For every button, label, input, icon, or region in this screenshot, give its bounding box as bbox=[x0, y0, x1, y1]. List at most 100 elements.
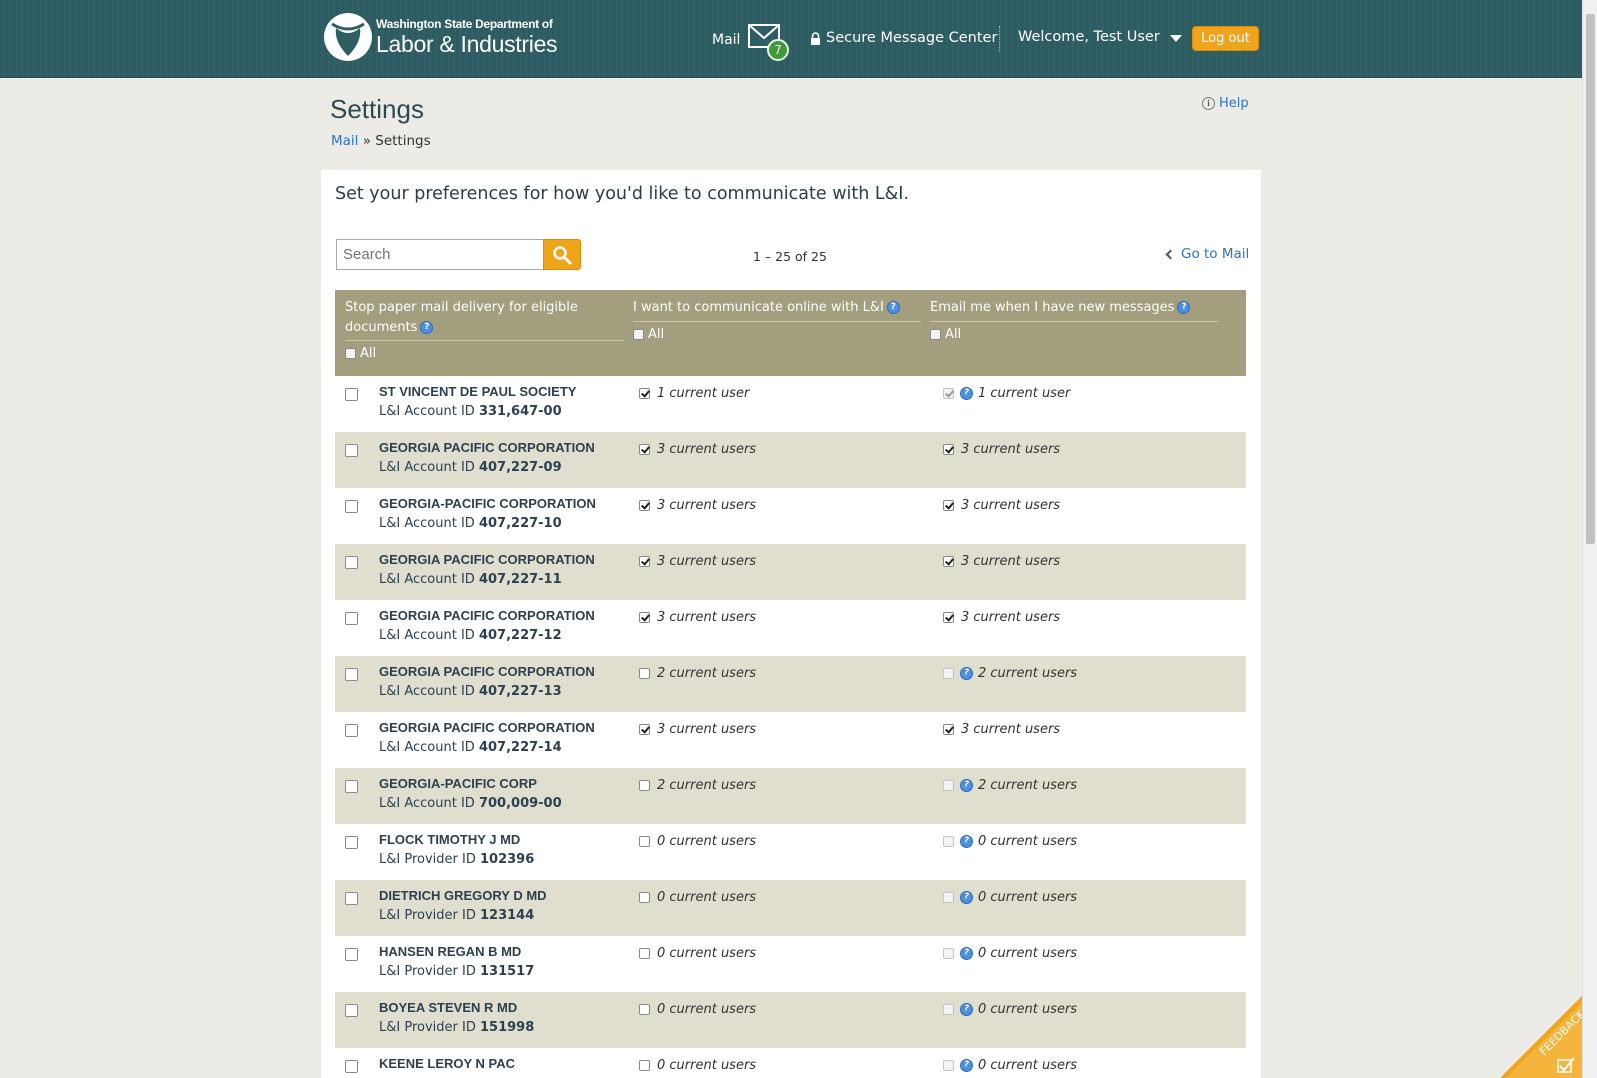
email-checkbox[interactable] bbox=[943, 444, 954, 455]
account-id-value: 407,227-10 bbox=[478, 516, 562, 531]
online-checkbox[interactable] bbox=[639, 612, 650, 623]
table-row: GEORGIA-PACIFIC CORPORATION L&I Account … bbox=[335, 488, 1246, 544]
email-checkbox[interactable] bbox=[943, 500, 954, 511]
help-question-icon[interactable]: ? bbox=[886, 301, 900, 314]
provider-id-label: L&I Provider ID bbox=[379, 908, 476, 923]
stop-paper-checkbox[interactable] bbox=[345, 780, 358, 793]
account-id: L&I Account ID 700,009-00 bbox=[379, 796, 562, 811]
email-user-count: 2 current users bbox=[978, 778, 1078, 793]
email-user-count: 2 current users bbox=[978, 666, 1078, 681]
online-checkbox[interactable] bbox=[639, 388, 650, 399]
email-checkbox bbox=[943, 1004, 954, 1015]
account-id: L&I Account ID 331,647-00 bbox=[379, 404, 562, 419]
email-checkbox bbox=[943, 948, 954, 959]
breadcrumb-mail-link[interactable]: Mail bbox=[331, 133, 358, 149]
stop-paper-checkbox[interactable] bbox=[345, 892, 358, 905]
page-scrollbar[interactable] bbox=[1582, 0, 1597, 1078]
logout-button[interactable]: Log out bbox=[1192, 26, 1259, 51]
select-all-email-checkbox[interactable] bbox=[930, 328, 941, 340]
online-checkbox[interactable] bbox=[639, 444, 650, 455]
account-id-value: 407,227-12 bbox=[478, 628, 562, 643]
search-input[interactable] bbox=[336, 239, 543, 270]
help-question-icon[interactable]: ? bbox=[960, 1059, 973, 1072]
welcome-label: Welcome, Test User bbox=[1018, 29, 1160, 45]
stop-paper-checkbox[interactable] bbox=[345, 724, 358, 737]
header-divider bbox=[999, 26, 1000, 52]
help-question-icon[interactable]: ? bbox=[960, 1003, 973, 1016]
pagination-summary: 1 – 25 of 25 bbox=[753, 249, 827, 264]
help-link[interactable]: i Help bbox=[1202, 96, 1249, 111]
all-label: All bbox=[945, 326, 962, 342]
table-row: GEORGIA PACIFIC CORPORATION L&I Account … bbox=[335, 600, 1246, 656]
search-button[interactable] bbox=[543, 239, 581, 270]
select-all-online-checkbox[interactable] bbox=[633, 328, 644, 340]
feedback-tab[interactable]: FEEDBACK bbox=[1500, 996, 1582, 1078]
provider-name: DIETRICH GREGORY D MD bbox=[379, 888, 547, 903]
online-checkbox[interactable] bbox=[639, 836, 650, 847]
stop-paper-checkbox[interactable] bbox=[345, 668, 358, 681]
table-row: ST VINCENT DE PAUL SOCIETY L&I Account I… bbox=[335, 376, 1246, 432]
organization-name: ST VINCENT DE PAUL SOCIETY bbox=[379, 384, 577, 399]
secure-message-center-link[interactable]: Secure Message Center bbox=[810, 30, 997, 46]
stop-paper-checkbox[interactable] bbox=[345, 948, 358, 961]
online-checkbox[interactable] bbox=[639, 668, 650, 679]
table-row: FLOCK TIMOTHY J MD L&I Provider ID 10239… bbox=[335, 824, 1246, 880]
email-user-count: 3 current users bbox=[961, 610, 1061, 625]
email-checkbox[interactable] bbox=[943, 724, 954, 735]
email-user-count: 3 current users bbox=[961, 442, 1061, 457]
lock-icon bbox=[811, 31, 820, 45]
help-question-icon[interactable]: ? bbox=[960, 947, 973, 960]
stop-paper-checkbox[interactable] bbox=[345, 556, 358, 569]
stop-paper-checkbox[interactable] bbox=[345, 1004, 358, 1017]
account-id: L&I Account ID 407,227-12 bbox=[379, 628, 562, 643]
column-title-paper-mail: Stop paper mail delivery for eligible do… bbox=[345, 300, 578, 335]
logo-line-2: Labor & Industries bbox=[376, 31, 558, 57]
account-id: L&I Account ID 407,227-13 bbox=[379, 684, 562, 699]
all-label: All bbox=[360, 346, 377, 361]
email-user-count: 3 current users bbox=[961, 554, 1061, 569]
email-user-count: 0 current users bbox=[978, 1058, 1078, 1073]
organization-name: GEORGIA PACIFIC CORPORATION bbox=[379, 440, 595, 455]
online-user-count: 3 current users bbox=[657, 610, 757, 625]
header-mail-link[interactable]: Mail bbox=[712, 32, 740, 48]
help-question-icon[interactable]: ? bbox=[960, 667, 973, 680]
account-id: L&I Account ID 407,227-10 bbox=[379, 516, 562, 531]
stop-paper-checkbox[interactable] bbox=[345, 388, 358, 401]
stop-paper-checkbox[interactable] bbox=[345, 500, 358, 513]
stop-paper-checkbox[interactable] bbox=[345, 444, 358, 457]
scrollbar-thumb[interactable] bbox=[1586, 14, 1595, 544]
account-id-value: 407,227-13 bbox=[478, 684, 562, 699]
help-question-icon[interactable]: ? bbox=[960, 387, 973, 400]
agency-logo[interactable]: Washington State Department of Labor & I… bbox=[322, 12, 558, 62]
site-header: Washington State Department of Labor & I… bbox=[0, 0, 1582, 78]
email-checkbox bbox=[943, 836, 954, 847]
online-checkbox[interactable] bbox=[639, 892, 650, 903]
online-user-count: 0 current users bbox=[657, 890, 757, 905]
help-question-icon[interactable]: ? bbox=[960, 891, 973, 904]
provider-id-value: 123144 bbox=[480, 908, 535, 923]
online-checkbox[interactable] bbox=[639, 724, 650, 735]
online-checkbox[interactable] bbox=[639, 948, 650, 959]
help-question-icon[interactable]: ? bbox=[420, 320, 434, 334]
go-to-mail-label: Go to Mail bbox=[1181, 246, 1250, 262]
email-checkbox[interactable] bbox=[943, 612, 954, 623]
help-question-icon[interactable]: ? bbox=[960, 779, 973, 792]
help-question-icon[interactable]: ? bbox=[960, 835, 973, 848]
stop-paper-checkbox[interactable] bbox=[345, 1060, 358, 1073]
stop-paper-checkbox[interactable] bbox=[345, 612, 358, 625]
email-checkbox[interactable] bbox=[943, 556, 954, 567]
online-checkbox[interactable] bbox=[639, 1004, 650, 1015]
online-checkbox[interactable] bbox=[639, 780, 650, 791]
user-menu[interactable]: Welcome, Test User bbox=[1018, 29, 1182, 45]
online-checkbox[interactable] bbox=[639, 556, 650, 567]
logo-line-1: Washington State Department of bbox=[376, 17, 553, 31]
online-user-count: 3 current users bbox=[657, 722, 757, 737]
go-to-mail-link[interactable]: Go to Mail bbox=[1165, 246, 1250, 262]
help-question-icon[interactable]: ? bbox=[1177, 301, 1191, 314]
online-checkbox[interactable] bbox=[639, 1060, 650, 1071]
stop-paper-checkbox[interactable] bbox=[345, 836, 358, 849]
select-all-paper-checkbox[interactable] bbox=[345, 348, 356, 359]
account-id: L&I Account ID 407,227-14 bbox=[379, 740, 562, 755]
online-checkbox[interactable] bbox=[639, 500, 650, 511]
table-row: KEENE LEROY N PAC 0 current users ? 0 cur… bbox=[335, 1048, 1246, 1078]
